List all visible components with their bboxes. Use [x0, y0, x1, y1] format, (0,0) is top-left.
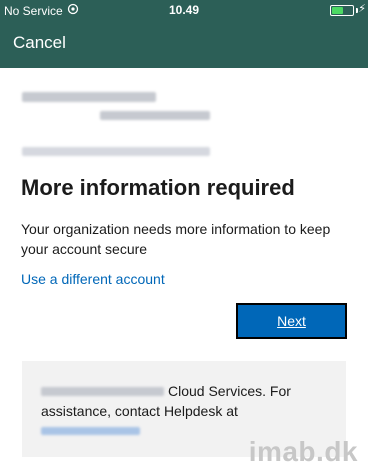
- redacted-org-name: [41, 387, 164, 396]
- nav-bar: Cancel: [0, 20, 368, 68]
- battery-icon: [330, 5, 354, 16]
- use-different-account-link[interactable]: Use a different account: [21, 271, 165, 287]
- next-button[interactable]: Next: [236, 303, 347, 339]
- status-time: 10.49: [168, 3, 200, 17]
- cancel-button[interactable]: Cancel: [13, 33, 66, 53]
- redacted-helpdesk-contact[interactable]: [41, 427, 140, 435]
- watermark: imab.dk: [248, 436, 358, 467]
- description-text: Your organization needs more information…: [21, 221, 331, 257]
- page-title: More information required: [21, 175, 295, 200]
- status-bar: No Service 10.49 ⚡: [0, 0, 368, 20]
- redacted-account-email: [22, 147, 210, 156]
- footer-line-2: assistance, contact Helpdesk at: [41, 403, 238, 419]
- redacted-logo-line-2: [100, 111, 210, 120]
- next-button-label: Next: [277, 313, 306, 329]
- footer-line-1: Cloud Services. For: [168, 383, 291, 399]
- redacted-logo-line-1: [22, 92, 156, 102]
- charging-bolt-icon: ⚡: [358, 3, 366, 15]
- battery-level: [332, 7, 343, 14]
